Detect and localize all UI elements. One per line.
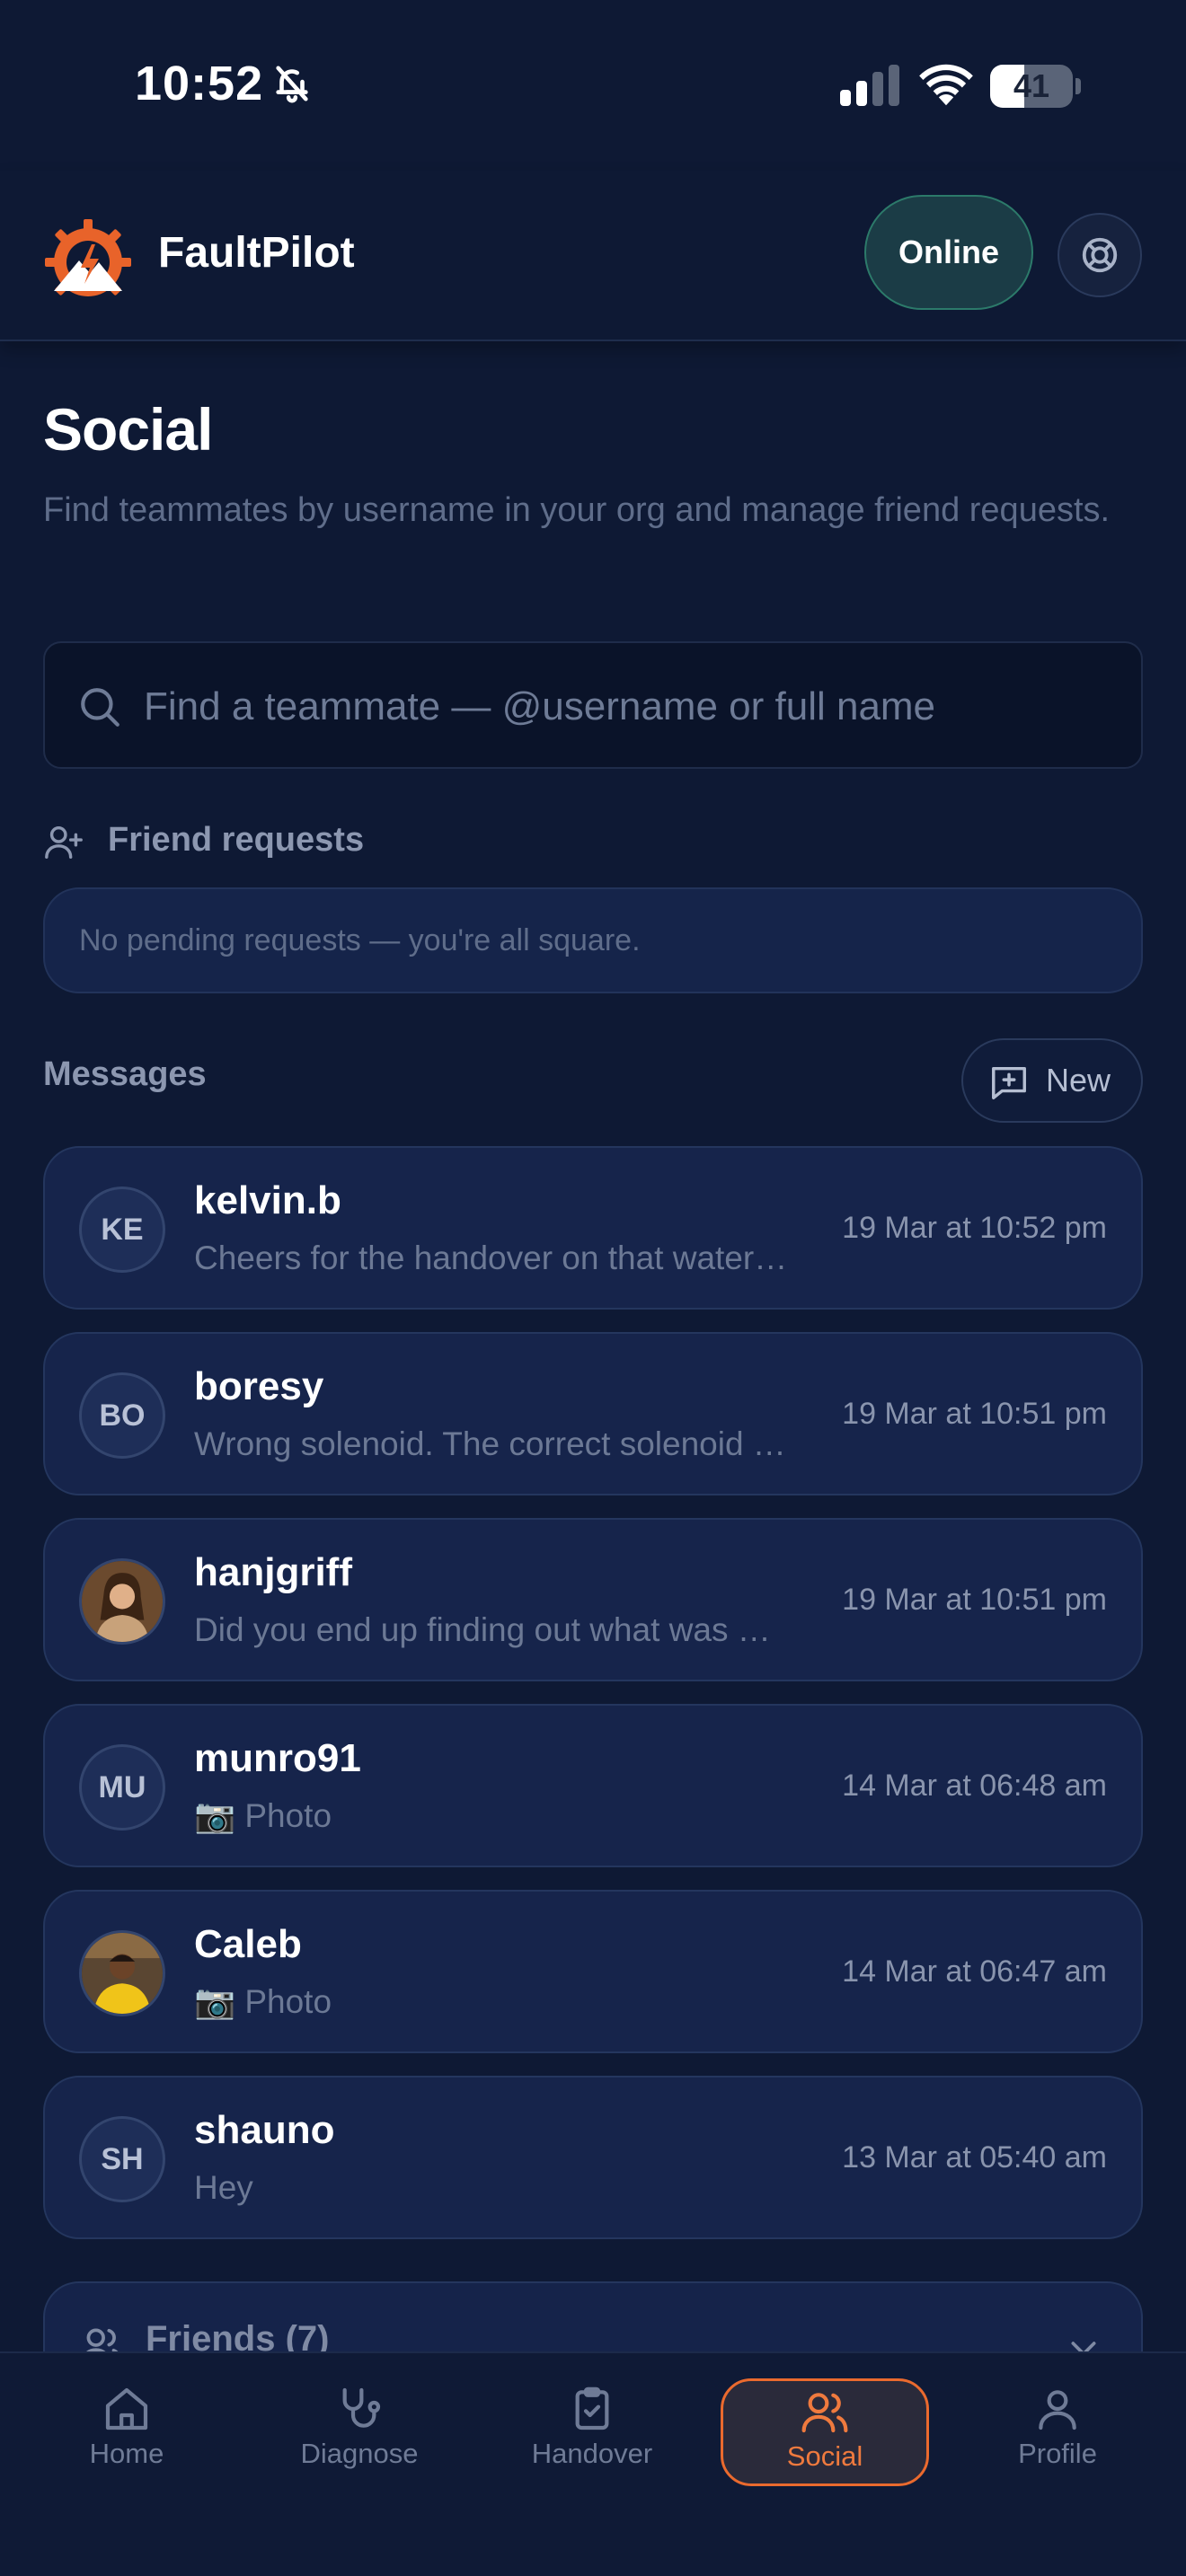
support-button[interactable] (1058, 213, 1142, 297)
friend-requests-empty-state: No pending requests — you're all square. (43, 887, 1143, 993)
tab-label: Social (786, 2440, 863, 2472)
conversation-time: 14 Mar at 06:48 am (842, 1769, 1107, 1803)
teammate-search-input[interactable]: Find a teammate — @username or full name (43, 641, 1143, 769)
conversation-preview: Hey (194, 2169, 253, 2206)
conversation-name: boresy (194, 1364, 324, 1408)
conversation-item[interactable]: hanjgriff Did you end up finding out wha… (43, 1518, 1143, 1681)
conversation-item[interactable]: SH shauno Hey 13 Mar at 05:40 am (43, 2076, 1143, 2239)
new-message-label: New (1046, 1062, 1111, 1098)
conversation-preview: Cheers for the handover on that water… (194, 1239, 788, 1276)
search-placeholder: Find a teammate — @username or full name (144, 684, 936, 728)
status-time: 10:52 (135, 57, 264, 110)
home-icon (105, 2387, 148, 2430)
conversation-time: 13 Mar at 05:40 am (842, 2140, 1107, 2175)
messages-heading: Messages (43, 1055, 207, 1093)
avatar: BO (79, 1372, 165, 1459)
conversation-item[interactable]: KE kelvin.b Cheers for the handover on t… (43, 1146, 1143, 1310)
app-name: FaultPilot (158, 229, 355, 277)
conversation-item[interactable]: BO boresy Wrong solenoid. The correct so… (43, 1332, 1143, 1495)
bell-slash-icon (276, 66, 308, 103)
lifebuoy-icon (1082, 237, 1118, 273)
conversation-time: 19 Mar at 10:51 pm (842, 1583, 1107, 1617)
avatar: MU (79, 1744, 165, 1831)
avatar: SH (79, 2116, 165, 2202)
faultpilot-logo (45, 219, 131, 296)
tab-label: Handover (531, 2438, 653, 2469)
wifi-icon (919, 64, 973, 106)
conversation-preview: 📷 Photo (194, 1983, 332, 2020)
conversation-name: munro91 (194, 1736, 361, 1780)
conversation-item[interactable]: Caleb 📷 Photo 14 Mar at 06:47 am (43, 1890, 1143, 2053)
avatar-photo (79, 1930, 165, 2016)
avatar: KE (79, 1187, 165, 1273)
conversation-time: 19 Mar at 10:52 pm (842, 1211, 1107, 1245)
tab-social[interactable]: Social (721, 2378, 929, 2486)
bottom-tab-bar: Home Diagnose Handover Social Profile (0, 2351, 1186, 2576)
online-status-button[interactable]: Online (864, 195, 1033, 310)
users-icon (801, 2393, 848, 2433)
conversation-time: 14 Mar at 06:47 am (842, 1954, 1107, 1989)
user-icon (1039, 2390, 1076, 2430)
tab-handover[interactable]: Handover (488, 2378, 696, 2486)
tab-label: Diagnose (300, 2438, 419, 2469)
tab-label: Home (89, 2438, 164, 2469)
conversation-preview: Did you end up finding out what was … (194, 1611, 771, 1648)
app-header: FaultPilot Online (0, 171, 1186, 341)
friend-requests-heading: Friend requests (108, 821, 365, 859)
cellular-signal-icon (840, 65, 899, 106)
conversation-preview: Wrong solenoid. The correct solenoid … (194, 1425, 786, 1462)
conversation-preview: 📷 Photo (194, 1797, 332, 1834)
conversation-name: kelvin.b (194, 1178, 341, 1222)
conversation-item[interactable]: MU munro91 📷 Photo 14 Mar at 06:48 am (43, 1704, 1143, 1867)
tab-profile[interactable]: Profile (953, 2378, 1162, 2486)
conversation-name: hanjgriff (194, 1550, 352, 1594)
user-plus-icon (45, 825, 83, 859)
tab-home[interactable]: Home (22, 2378, 231, 2486)
conversation-name: shauno (194, 2108, 335, 2152)
battery-indicator: 41 (990, 65, 1081, 108)
new-message-button[interactable]: New (961, 1038, 1143, 1123)
friend-requests-empty-text: No pending requests — you're all square. (79, 923, 641, 957)
page-title: Social (43, 396, 213, 463)
message-plus-icon (992, 1066, 1026, 1099)
page-subtitle: Find teammates by username in your org a… (43, 491, 1111, 529)
battery-level-text: 41 (1013, 67, 1050, 104)
search-icon (81, 688, 119, 727)
message-list: KE kelvin.b Cheers for the handover on t… (43, 1146, 1143, 2262)
tab-label: Profile (1018, 2438, 1097, 2469)
tab-diagnose[interactable]: Diagnose (255, 2378, 464, 2486)
stethoscope-icon (342, 2387, 381, 2428)
avatar-photo (79, 1558, 165, 1645)
conversation-time: 19 Mar at 10:51 pm (842, 1397, 1107, 1431)
clipboard-check-icon (575, 2386, 609, 2430)
conversation-name: Caleb (194, 1922, 302, 1966)
status-bar: 10:52 41 (0, 0, 1186, 171)
